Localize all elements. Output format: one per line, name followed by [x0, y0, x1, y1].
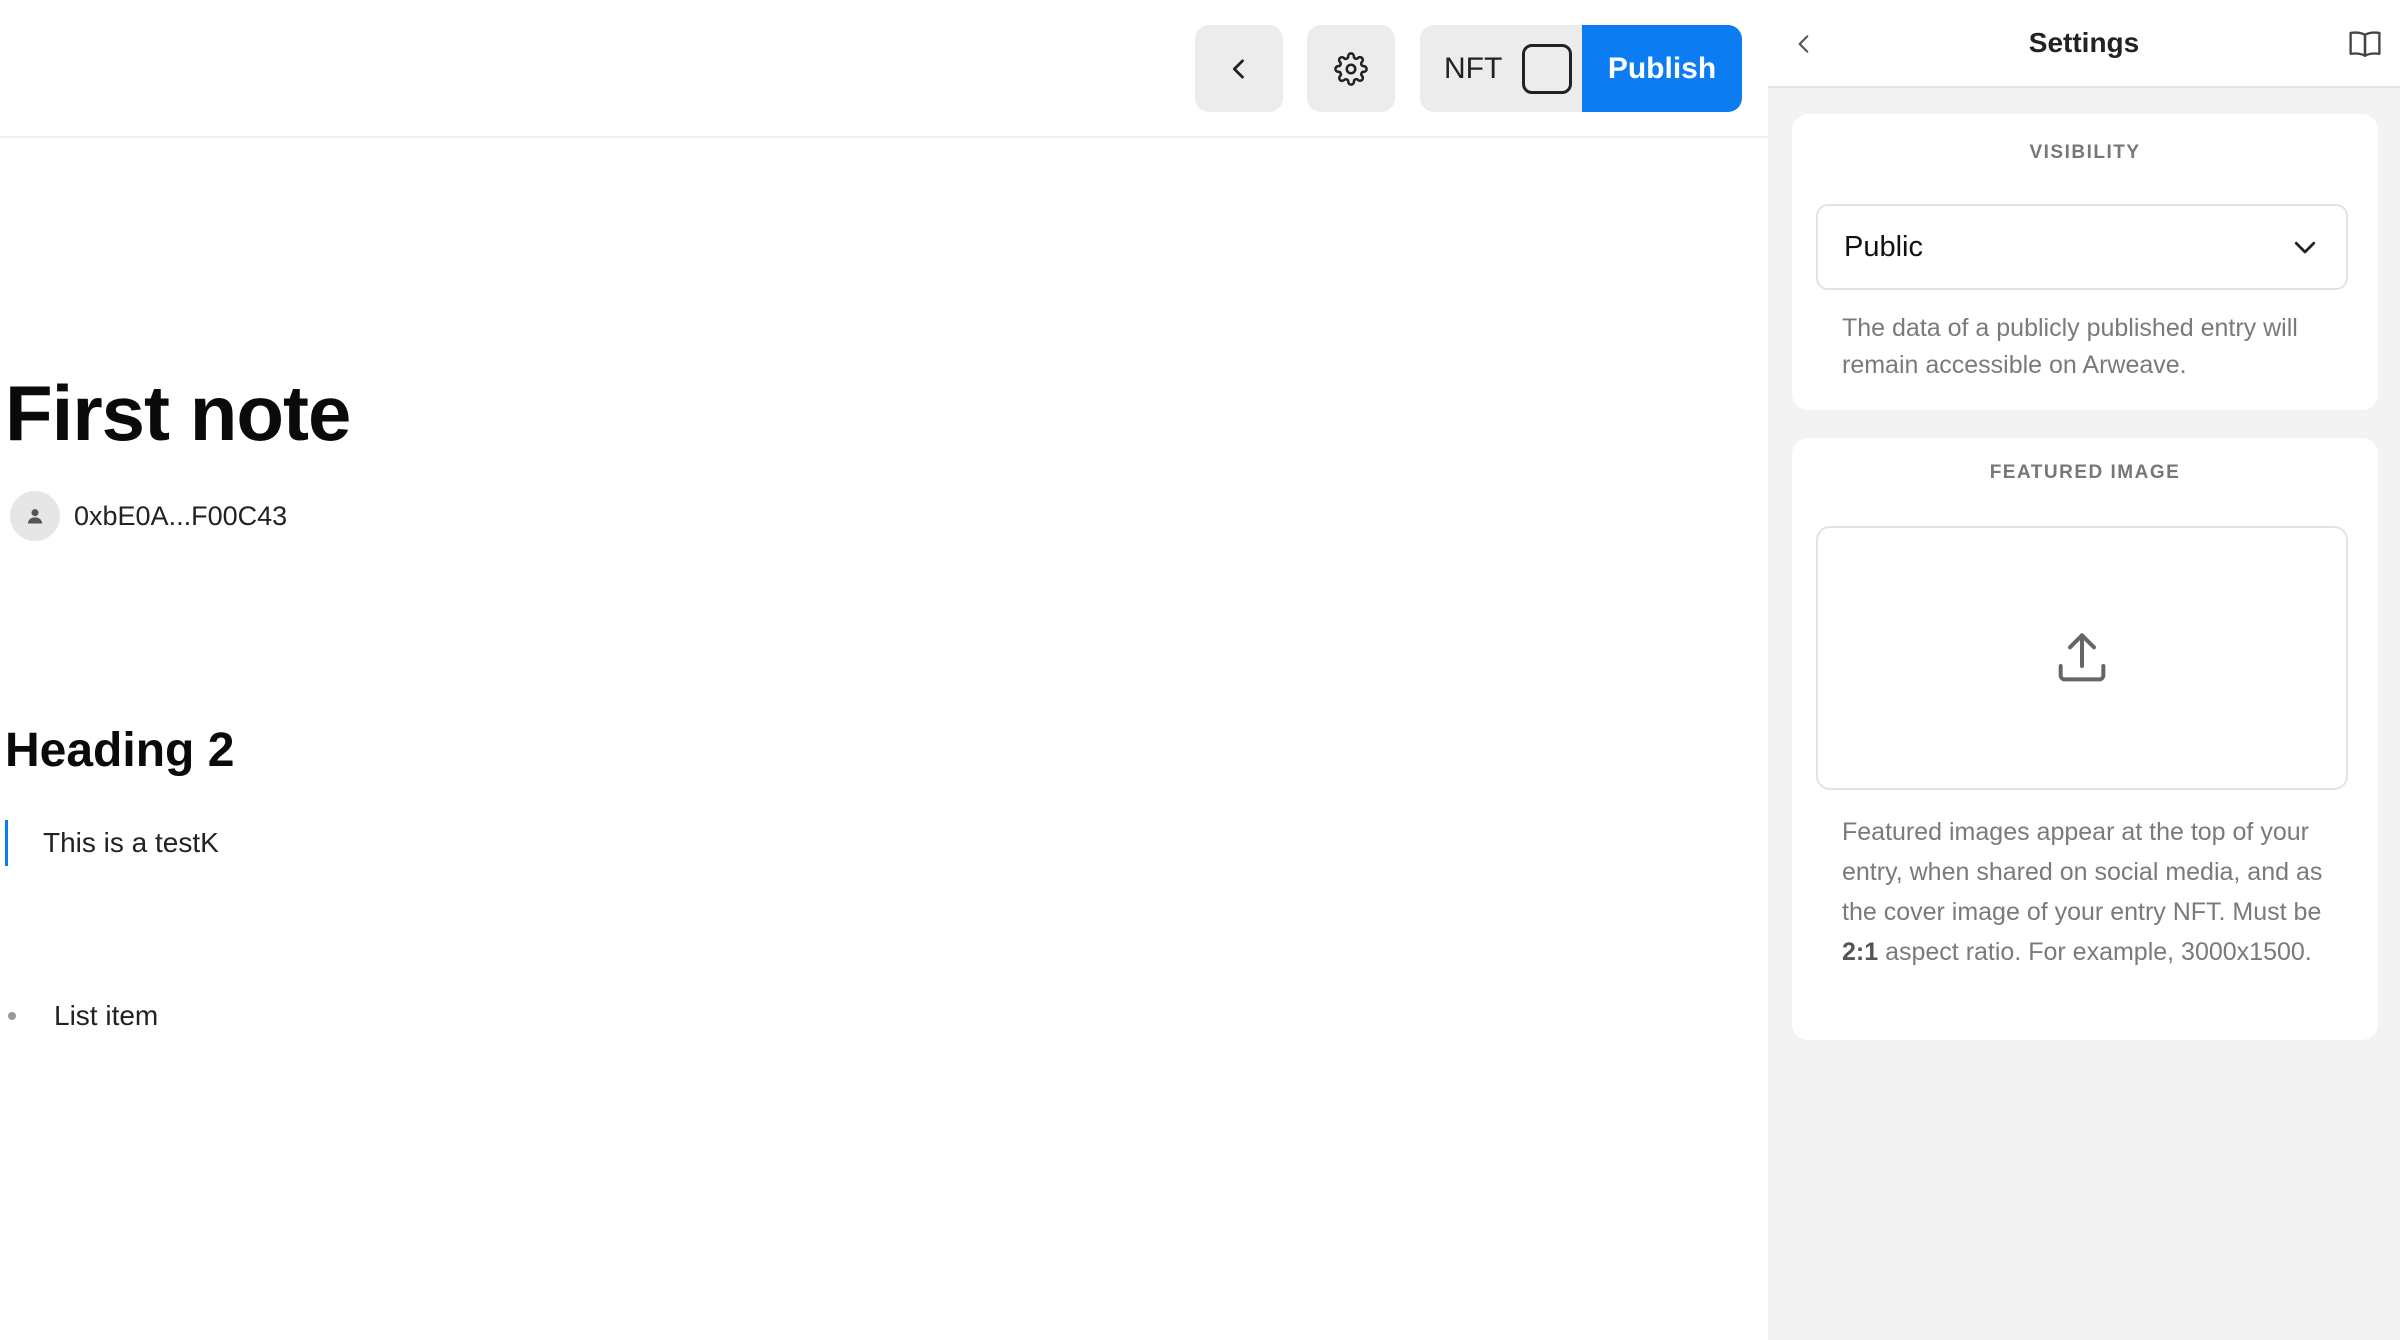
- heading-2[interactable]: Heading 2: [5, 723, 234, 778]
- visibility-card: VISIBILITY Public The data of a publicly…: [1792, 114, 2378, 410]
- settings-title: Settings: [2028, 27, 2140, 58]
- nft-publish-group: NFT Publish: [1420, 25, 1742, 112]
- featured-image-description: Featured images appear at the top of you…: [1842, 812, 2362, 972]
- nft-checkbox[interactable]: [1522, 43, 1573, 94]
- blockquote-text: This is a testK: [43, 827, 219, 858]
- visibility-label: VISIBILITY: [2029, 142, 2141, 163]
- list-bullet: [8, 1012, 16, 1020]
- editor-toolbar: NFT Publish: [0, 0, 1768, 138]
- document-title[interactable]: First note: [5, 368, 351, 459]
- visibility-value: Public: [1844, 230, 1923, 263]
- upload-icon: [2058, 633, 2106, 682]
- settings-back-button[interactable]: [1782, 22, 1826, 66]
- gear-icon: [1334, 51, 1368, 86]
- book-icon: [2349, 31, 2381, 57]
- back-button[interactable]: [1195, 25, 1283, 112]
- featured-image-card: FEATURED IMAGE Featured images appear at…: [1792, 438, 2378, 1040]
- author-info: 0xbE0A...F00C43: [10, 491, 287, 541]
- nft-toggle[interactable]: NFT: [1420, 25, 1582, 112]
- editor-area: NFT Publish First note 0xbE0A...F00C43 H…: [0, 0, 1768, 1340]
- nft-label: NFT: [1444, 51, 1503, 85]
- settings-header: Settings: [1768, 0, 2400, 88]
- blockquote[interactable]: This is a testK: [5, 820, 219, 866]
- list-item-text: List item: [54, 1000, 159, 1031]
- avatar: [10, 491, 60, 541]
- featured-image-label: FEATURED IMAGE: [1989, 462, 2181, 483]
- chevron-left-icon: [1798, 35, 1809, 53]
- app: NFT Publish First note 0xbE0A...F00C43 H…: [0, 0, 2400, 1340]
- featured-desc-part2: aspect ratio. For example, 3000x1500.: [1878, 938, 2312, 966]
- author-address: 0xbE0A...F00C43: [74, 500, 288, 531]
- visibility-description: The data of a publicly published entry w…: [1842, 314, 2298, 379]
- featured-desc-ratio: 2:1: [1842, 938, 1879, 966]
- list-item[interactable]: List item: [8, 1000, 158, 1032]
- chevron-down-icon: [2294, 241, 2316, 254]
- featured-desc-part1: Featured images appear at the top of you…: [1842, 818, 2323, 926]
- chevron-left-icon: [1232, 58, 1244, 79]
- settings-button[interactable]: [1307, 25, 1395, 112]
- docs-button[interactable]: [2342, 22, 2388, 66]
- user-icon: [27, 509, 43, 524]
- image-upload-dropzone[interactable]: [1816, 526, 2348, 790]
- visibility-select[interactable]: Public: [1816, 204, 2348, 290]
- settings-panel: Settings VISIBILITY Public The data of a…: [1768, 0, 2400, 1340]
- publish-button[interactable]: Publish: [1582, 25, 1742, 112]
